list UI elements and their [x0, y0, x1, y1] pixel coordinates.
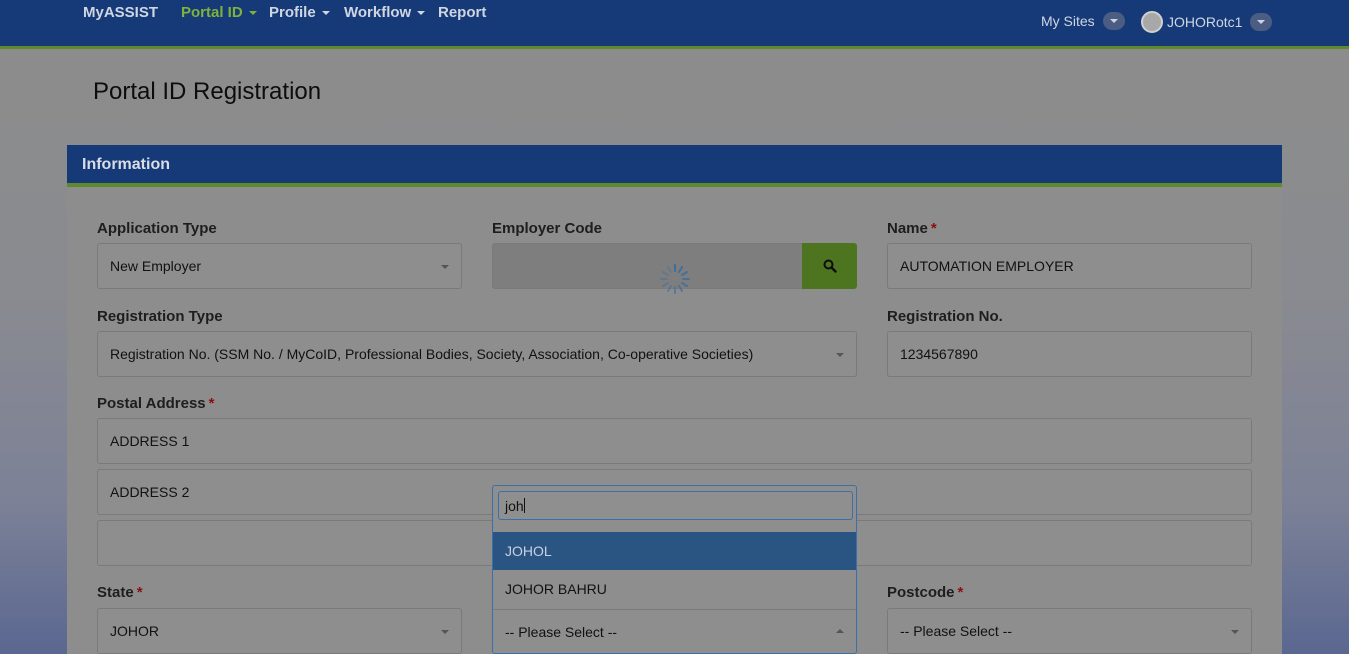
registration-type-label: Registration Type: [97, 308, 223, 325]
registration-no-label: Registration No.: [887, 308, 1003, 325]
application-type-value: New Employer: [110, 258, 202, 274]
city-option-label: JOHOL: [505, 543, 552, 559]
employer-code-search-button[interactable]: [802, 243, 857, 289]
chevron-down-icon: [1250, 13, 1273, 31]
address-line-1-value: ADDRESS 1: [110, 433, 190, 449]
city-select-value: -- Please Select --: [505, 623, 618, 640]
nav-profile-label: Profile: [269, 4, 316, 21]
registration-no-label-text: Registration No.: [887, 308, 1003, 325]
nav-report[interactable]: Report: [438, 4, 486, 21]
registration-type-select[interactable]: Registration No. (SSM No. / MyCoID, Prof…: [97, 331, 857, 377]
nav-profile[interactable]: Profile: [269, 4, 330, 21]
text-cursor: [523, 498, 525, 513]
panel-header: Information: [67, 145, 1282, 187]
postal-address-label: Postal Address *: [97, 395, 215, 412]
nav-workflow[interactable]: Workflow: [344, 4, 426, 21]
postcode-select[interactable]: -- Please Select --: [887, 608, 1252, 654]
user-name: JOHORotc1: [1167, 14, 1243, 30]
city-option[interactable]: JOHOL: [493, 532, 856, 570]
state-value: JOHOR: [110, 623, 159, 639]
name-input[interactable]: AUTOMATION EMPLOYER: [887, 243, 1252, 289]
chevron-down-icon: [321, 10, 330, 15]
city-search-value: joh: [505, 497, 524, 514]
city-select[interactable]: -- Please Select --: [493, 609, 856, 653]
state-label-text: State: [97, 584, 134, 601]
avatar: [1141, 11, 1163, 33]
nav-portal-id-label: Portal ID: [181, 4, 243, 21]
required-marker: *: [957, 584, 964, 601]
chevron-down-icon: [417, 10, 426, 15]
search-icon: [823, 259, 837, 273]
postcode-label: Postcode *: [887, 584, 963, 601]
postcode-label-text: Postcode: [887, 584, 955, 601]
nav-workflow-label: Workflow: [344, 4, 412, 21]
application-type-label: Application Type: [97, 220, 217, 237]
city-dropdown: joh JOHOL JOHOR BAHRU -- Please Select -…: [492, 485, 857, 654]
address-line-2-value: ADDRESS 2: [110, 484, 190, 500]
city-option[interactable]: JOHOR BAHRU: [493, 570, 856, 608]
registration-type-label-text: Registration Type: [97, 308, 223, 325]
top-navbar: MyASSIST Portal ID Profile Workflow Repo…: [0, 0, 1349, 49]
address-line-1-input[interactable]: ADDRESS 1: [97, 418, 1252, 464]
brand-label: MyASSIST: [83, 4, 159, 21]
application-type-select[interactable]: New Employer: [97, 243, 462, 289]
registration-no-input[interactable]: 1234567890: [887, 331, 1252, 377]
chevron-down-icon: [1102, 12, 1125, 30]
required-marker: *: [136, 584, 143, 601]
employer-code-label: Employer Code: [492, 220, 602, 237]
nav-report-label: Report: [438, 4, 487, 21]
application-type-label-text: Application Type: [97, 220, 217, 237]
registration-no-value: 1234567890: [900, 346, 978, 362]
employer-code-input[interactable]: [492, 243, 803, 289]
employer-code-label-text: Employer Code: [492, 220, 603, 237]
city-option-label: JOHOR BAHRU: [505, 581, 607, 597]
required-marker: *: [208, 395, 215, 412]
state-select[interactable]: JOHOR: [97, 608, 462, 654]
required-marker: *: [930, 220, 937, 237]
postal-address-label-text: Postal Address: [97, 395, 206, 412]
page-title: Portal ID Registration: [93, 78, 322, 105]
state-label: State *: [97, 584, 143, 601]
registration-type-value: Registration No. (SSM No. / MyCoID, Prof…: [110, 346, 754, 362]
user-menu[interactable]: JOHORotc1: [1141, 11, 1273, 33]
name-label: Name *: [887, 220, 937, 237]
city-search-input[interactable]: joh: [498, 491, 853, 520]
name-value: AUTOMATION EMPLOYER: [900, 258, 1074, 274]
brand-link[interactable]: MyASSIST: [83, 4, 158, 21]
postcode-value: -- Please Select --: [900, 623, 1013, 639]
nav-portal-id[interactable]: Portal ID: [181, 4, 257, 21]
chevron-down-icon: [248, 10, 257, 15]
name-label-text: Name: [887, 220, 928, 237]
my-sites-label: My Sites: [1041, 13, 1095, 29]
my-sites-menu[interactable]: My Sites: [1041, 12, 1125, 30]
loading-spinner-icon: [660, 264, 690, 294]
